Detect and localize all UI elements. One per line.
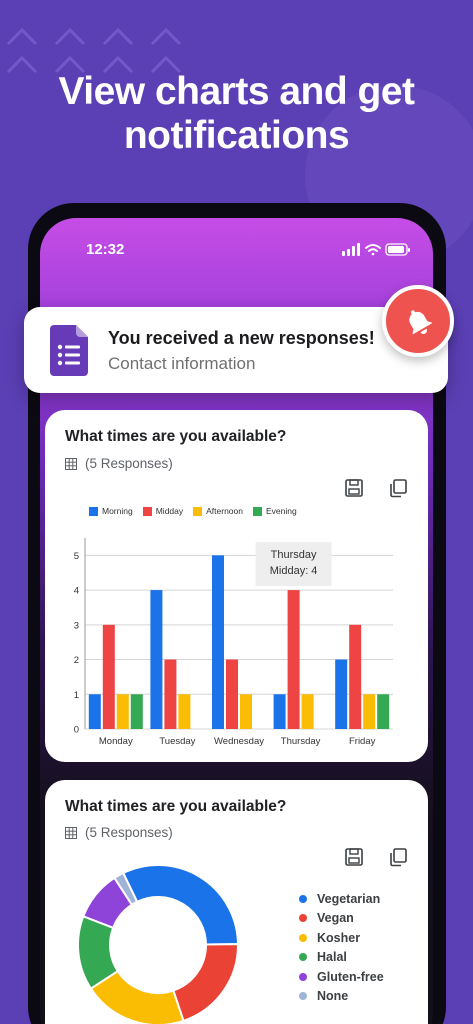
donut-legend: Vegetarian Vegan Kosher Halal Gluten-free Non…: [299, 889, 384, 1006]
notification-title: You received a new responses!: [108, 328, 375, 348]
y-tick-label: 2: [74, 655, 79, 666]
bar[interactable]: [102, 624, 115, 729]
legend-item: Morning: [89, 506, 133, 516]
bar[interactable]: [335, 659, 348, 729]
legend-label: Halal: [317, 950, 347, 965]
table-icon: [65, 826, 77, 839]
wifi-icon: [365, 244, 381, 256]
bar[interactable]: [178, 694, 191, 729]
donut-chart-card: What times are you available? (5 Respons…: [45, 780, 428, 1024]
save-icon[interactable]: [344, 478, 364, 498]
bar-chart: 0 1 2 3 4 5 Monday Tuesday Wednesday Thursday Frid…: [74, 538, 393, 747]
y-tick-label: 1: [74, 690, 79, 701]
tooltip: Thursday Midday: 4: [255, 542, 332, 587]
x-tick-label: Monday: [99, 736, 133, 747]
legend-dot: [299, 992, 307, 1001]
legend-dot: [299, 933, 307, 942]
donut-slice[interactable]: [121, 864, 240, 946]
bar[interactable]: [273, 694, 286, 729]
bell-icon: [409, 310, 433, 335]
save-icon[interactable]: [344, 847, 364, 867]
donut-chart: [77, 864, 240, 1024]
bar[interactable]: [377, 694, 390, 729]
y-tick-label: 0: [74, 725, 79, 736]
legend-label: Gluten-free: [317, 969, 384, 984]
legend-swatch: [193, 506, 203, 516]
bar[interactable]: [301, 694, 314, 729]
legend-dot: [299, 953, 307, 962]
google-forms-icon: [50, 325, 88, 376]
legend-item: Evening: [253, 506, 297, 516]
donut-slice[interactable]: [172, 943, 239, 1023]
tooltip-line2: Midday: 4: [270, 565, 318, 577]
x-tick-label: Tuesday: [159, 736, 195, 747]
responses-count: (5 Responses): [65, 456, 173, 471]
bar[interactable]: [212, 555, 224, 729]
bar[interactable]: [240, 694, 252, 729]
bar-chart-card: What times are you available? (5 Respons…: [45, 410, 428, 762]
legend-label: Morning: [102, 506, 133, 516]
legend-item: Afternoon: [193, 506, 243, 516]
bar[interactable]: [287, 590, 300, 729]
card-title: What times are you available?: [65, 798, 287, 815]
bar[interactable]: [130, 694, 143, 729]
y-tick-label: 3: [74, 620, 79, 631]
y-tick-label: 5: [74, 551, 79, 562]
legend-item: Halal: [299, 948, 384, 968]
copy-icon[interactable]: [388, 478, 408, 498]
responses-count: (5 Responses): [65, 825, 173, 840]
legend-item: Vegetarian: [299, 889, 384, 909]
legend-label: None: [317, 989, 349, 1004]
bar[interactable]: [226, 659, 238, 729]
responses-label: (5 Responses): [85, 825, 173, 840]
legend-item: Gluten-free: [299, 967, 384, 987]
bar-legend: Morning Midday Afternoon Evening: [89, 506, 297, 516]
legend-dot: [299, 894, 307, 903]
legend-label: Vegan: [317, 911, 354, 926]
headline-line2: notifications: [123, 114, 350, 157]
headline: View charts and get notifications: [0, 70, 473, 158]
bar[interactable]: [349, 624, 362, 729]
legend-swatch: [253, 506, 262, 516]
legend-label: Afternoon: [206, 506, 243, 516]
legend-label: Midday: [155, 506, 184, 516]
legend-swatch: [89, 506, 98, 516]
signal-icon: [342, 243, 360, 256]
bar[interactable]: [164, 659, 177, 729]
x-tick-label: Wednesday: [214, 736, 264, 747]
table-icon: [65, 457, 77, 470]
battery-icon: [385, 243, 410, 256]
legend-label: Vegetarian: [317, 891, 381, 906]
legend-label: Evening: [266, 506, 297, 516]
tooltip-line1: Thursday: [271, 549, 317, 561]
notification-subtitle: Contact information: [108, 354, 256, 373]
card-title: What times are you available?: [65, 428, 287, 445]
legend-dot: [299, 972, 307, 981]
legend-swatch: [142, 506, 152, 516]
x-tick-label: Thursday: [281, 736, 321, 747]
y-tick-label: 4: [74, 586, 79, 597]
legend-item: Midday: [142, 506, 184, 516]
legend-item: Vegan: [299, 909, 384, 929]
status-time: 12:32: [86, 241, 125, 258]
bar[interactable]: [363, 694, 376, 729]
bar[interactable]: [116, 694, 129, 729]
x-tick-label: Friday: [349, 736, 376, 747]
bar[interactable]: [150, 590, 163, 729]
bell-badge[interactable]: [382, 285, 454, 357]
bar[interactable]: [88, 694, 101, 729]
legend-item: Kosher: [299, 928, 384, 948]
legend-dot: [299, 914, 307, 923]
copy-icon[interactable]: [388, 847, 408, 867]
status-icons: [342, 243, 410, 256]
headline-line1: View charts and get: [58, 70, 415, 113]
legend-label: Kosher: [317, 930, 361, 945]
responses-label: (5 Responses): [85, 456, 173, 471]
legend-item: None: [299, 987, 384, 1007]
